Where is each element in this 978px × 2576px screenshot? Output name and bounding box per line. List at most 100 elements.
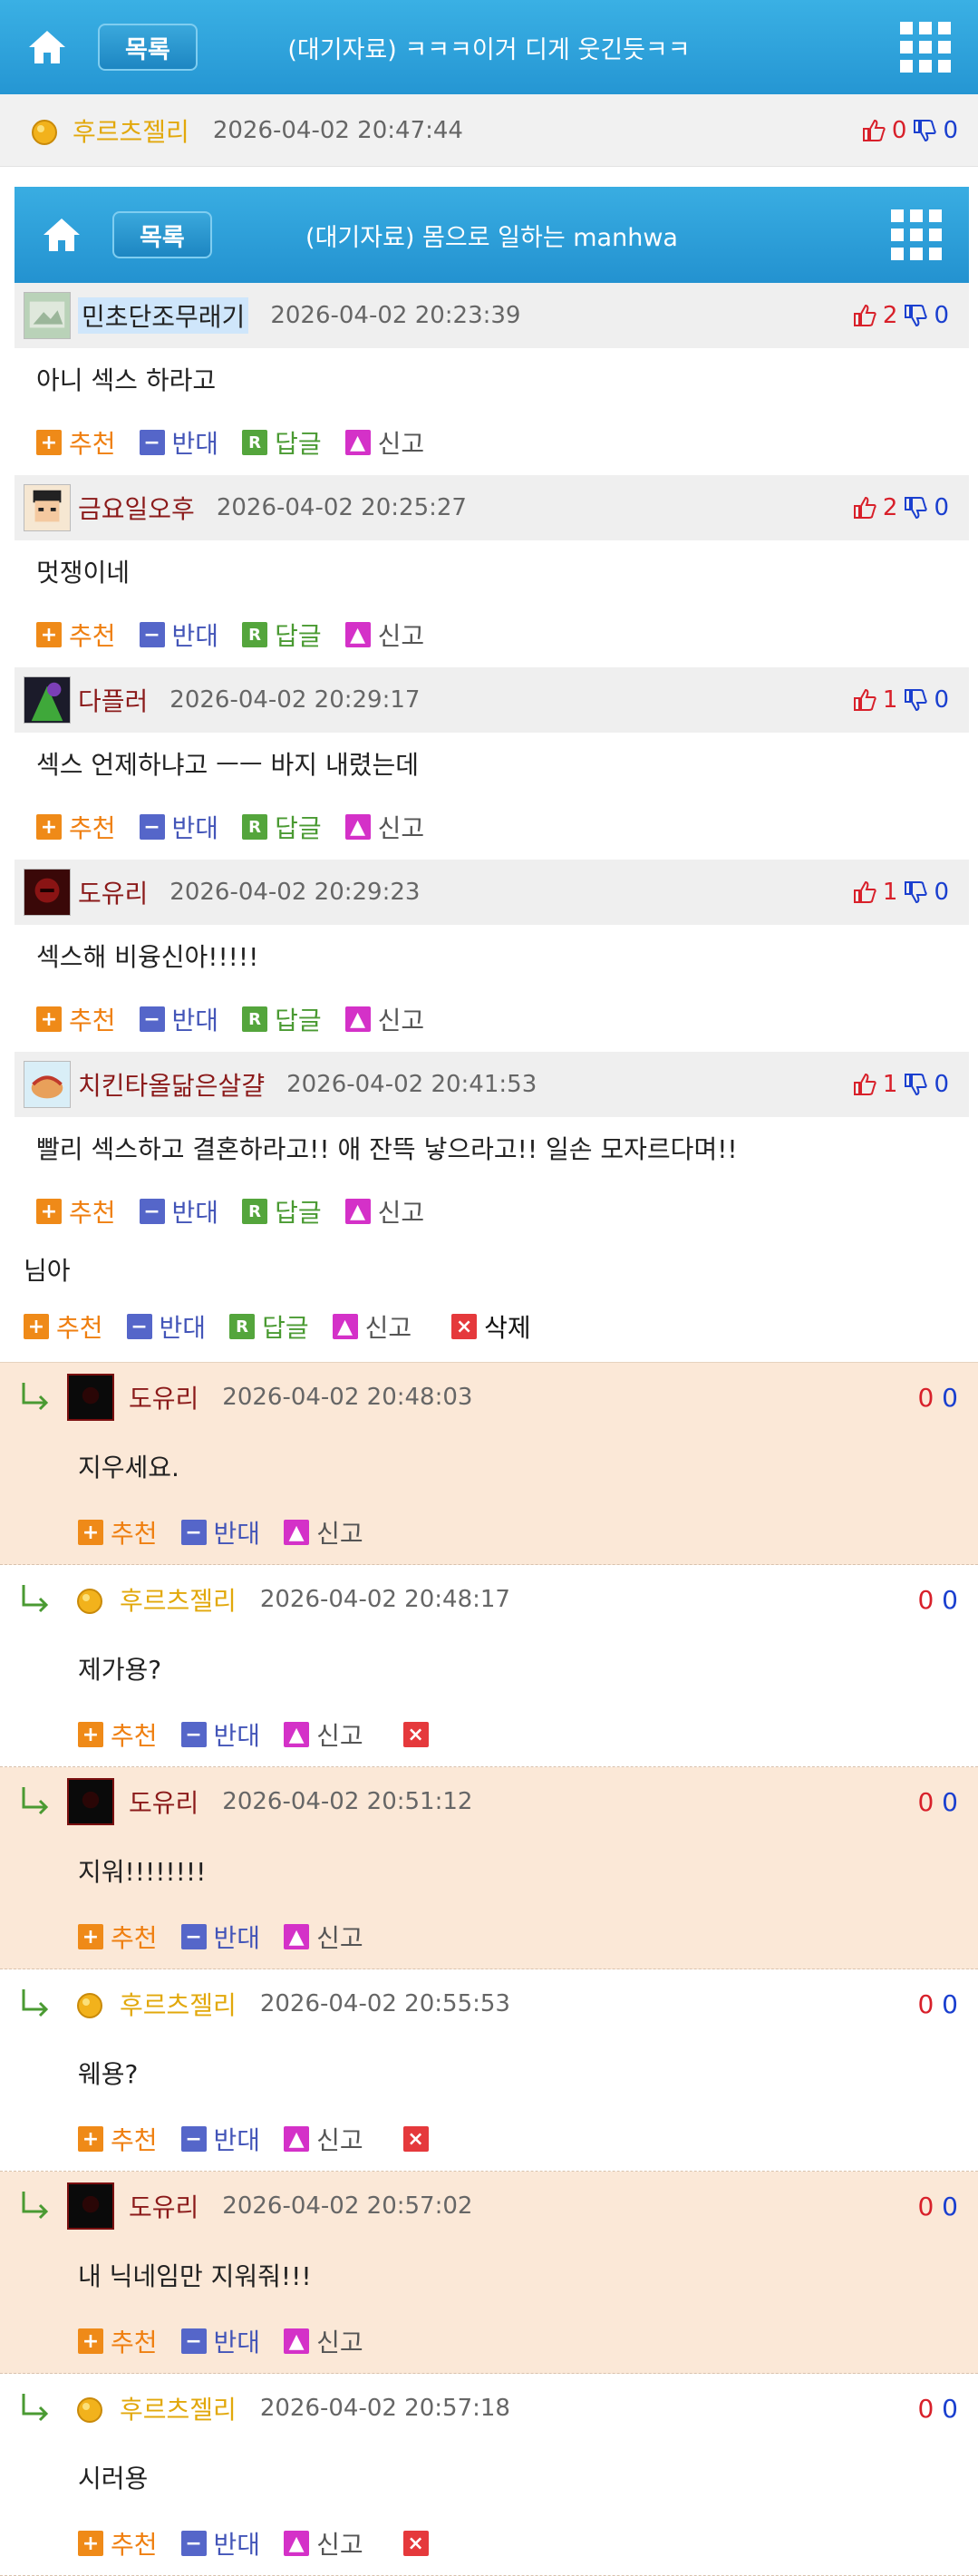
report-button[interactable]: ▲ 신고 — [284, 2323, 363, 2359]
avatar[interactable] — [24, 484, 71, 531]
avatar[interactable] — [67, 1374, 114, 1421]
report-button[interactable]: ▲ 신고 — [332, 1308, 412, 1345]
menu-grid-icon[interactable] — [891, 209, 942, 260]
menu-grid-icon[interactable] — [900, 22, 951, 73]
reply-author[interactable]: 후르츠젤리 — [120, 2390, 237, 2426]
thumbs-up-icon[interactable] — [852, 495, 877, 520]
oppose-button[interactable]: − 반대 — [139, 424, 218, 461]
oppose-button[interactable]: − 반대 — [180, 2525, 260, 2561]
recommend-button[interactable]: + 추천 — [36, 1193, 116, 1230]
oppose-button[interactable]: − 반대 — [139, 1001, 218, 1037]
reply-button[interactable]: R 답글 — [229, 1308, 309, 1345]
siren-icon: ▲ — [284, 1722, 310, 1747]
recommend-button[interactable]: + 추천 — [78, 2121, 158, 2157]
recommend-button[interactable]: + 추천 — [36, 1001, 116, 1037]
oppose-button[interactable]: − 반대 — [180, 1514, 260, 1550]
comment-author[interactable]: 다플러 — [78, 682, 148, 718]
comment-author[interactable]: 도유리 — [78, 874, 148, 910]
recommend-button[interactable]: + 추천 — [78, 1716, 158, 1753]
comment-author[interactable]: 민초단조무래기 — [78, 297, 249, 334]
reply-button[interactable]: R 답글 — [242, 1193, 322, 1230]
comment-author[interactable]: 치킨타올닮은살걀 — [78, 1066, 265, 1103]
home-icon[interactable] — [34, 208, 89, 262]
reply-button[interactable]: R 답글 — [242, 1001, 322, 1037]
thumbs-down-icon[interactable] — [912, 118, 937, 143]
plus-icon: + — [36, 1006, 62, 1032]
oppose-button[interactable]: − 반대 — [180, 2323, 260, 2359]
recommend-button[interactable]: + 추천 — [36, 617, 116, 653]
delete-button[interactable]: × — [402, 2126, 436, 2152]
comment-author[interactable]: 금요일오후 — [78, 490, 195, 526]
up-count[interactable]: 0 — [917, 1585, 934, 1615]
home-icon[interactable] — [20, 20, 74, 74]
down-count[interactable]: 0 — [942, 1989, 958, 2019]
oppose-button[interactable]: − 반대 — [139, 1193, 218, 1230]
thumbs-down-icon[interactable] — [903, 303, 928, 328]
reply-button[interactable]: R 답글 — [242, 617, 322, 653]
post-up-count: 0 — [891, 116, 907, 144]
avatar[interactable] — [67, 2182, 114, 2230]
report-button[interactable]: ▲ 신고 — [284, 2525, 363, 2561]
thumbs-down-icon[interactable] — [903, 495, 928, 520]
reply-author[interactable]: 도유리 — [129, 2188, 199, 2224]
report-button[interactable]: ▲ 신고 — [344, 424, 424, 461]
reply-author[interactable]: 도유리 — [129, 1784, 199, 1820]
reply-author[interactable]: 도유리 — [129, 1379, 199, 1415]
down-count[interactable]: 0 — [942, 1383, 958, 1413]
up-count[interactable]: 0 — [917, 2394, 934, 2424]
reply-button[interactable]: R 답글 — [242, 809, 322, 845]
recommend-button[interactable]: + 추천 — [78, 1514, 158, 1550]
thumbs-up-icon[interactable] — [852, 687, 877, 713]
up-count[interactable]: 0 — [917, 1989, 934, 2019]
avatar[interactable] — [24, 1061, 71, 1108]
reply-author[interactable]: 후르츠젤리 — [120, 1581, 237, 1618]
up-count[interactable]: 0 — [917, 1383, 934, 1413]
list-button[interactable]: 목록 — [98, 24, 198, 71]
report-button[interactable]: ▲ 신고 — [344, 1001, 424, 1037]
up-count[interactable]: 0 — [917, 1787, 934, 1817]
oppose-button[interactable]: − 반대 — [139, 809, 218, 845]
report-button[interactable]: ▲ 신고 — [344, 1193, 424, 1230]
oppose-button[interactable]: − 반대 — [180, 2121, 260, 2157]
recommend-button[interactable]: + 추천 — [78, 2323, 158, 2359]
down-count[interactable]: 0 — [942, 2192, 958, 2221]
reply-author[interactable]: 후르츠젤리 — [120, 1986, 237, 2022]
down-count[interactable]: 0 — [942, 1585, 958, 1615]
report-button[interactable]: ▲ 신고 — [344, 809, 424, 845]
recommend-button[interactable]: + 추천 — [78, 1919, 158, 1955]
avatar[interactable] — [24, 292, 71, 339]
recommend-button[interactable]: + 추천 — [36, 424, 116, 461]
post-author[interactable]: 후르츠젤리 — [73, 112, 189, 149]
delete-button[interactable]: × 삭제 — [451, 1308, 531, 1345]
recommend-button[interactable]: + 추천 — [78, 2525, 158, 2561]
report-button[interactable]: ▲ 신고 — [284, 1716, 363, 1753]
delete-button[interactable]: × — [402, 1722, 436, 1747]
report-button[interactable]: ▲ 신고 — [284, 1514, 363, 1550]
thumbs-up-icon[interactable] — [861, 118, 886, 143]
oppose-button[interactable]: − 반대 — [180, 1716, 260, 1753]
report-button[interactable]: ▲ 신고 — [344, 617, 424, 653]
recommend-button[interactable]: + 추천 — [36, 809, 116, 845]
thumbs-up-icon[interactable] — [852, 880, 877, 905]
reply-button[interactable]: R 답글 — [242, 424, 322, 461]
down-count[interactable]: 0 — [942, 1787, 958, 1817]
thumbs-down-icon[interactable] — [903, 687, 928, 713]
avatar[interactable] — [67, 1778, 114, 1825]
thumbs-down-icon[interactable] — [903, 1072, 928, 1097]
avatar[interactable] — [24, 676, 71, 724]
down-count[interactable]: 0 — [942, 2394, 958, 2424]
oppose-button[interactable]: − 반대 — [126, 1308, 206, 1345]
recommend-button[interactable]: + 추천 — [24, 1308, 103, 1345]
list-button[interactable]: 목록 — [112, 211, 212, 258]
thumbs-up-icon[interactable] — [852, 303, 877, 328]
oppose-button[interactable]: − 반대 — [180, 1919, 260, 1955]
thumbs-up-icon[interactable] — [852, 1072, 877, 1097]
report-button[interactable]: ▲ 신고 — [284, 2121, 363, 2157]
comment-date: 2026-04-02 20:25:27 — [216, 494, 467, 521]
up-count[interactable]: 0 — [917, 2192, 934, 2221]
oppose-button[interactable]: − 반대 — [139, 617, 218, 653]
delete-button[interactable]: × — [402, 2531, 436, 2556]
avatar[interactable] — [24, 869, 71, 916]
report-button[interactable]: ▲ 신고 — [284, 1919, 363, 1955]
thumbs-down-icon[interactable] — [903, 880, 928, 905]
